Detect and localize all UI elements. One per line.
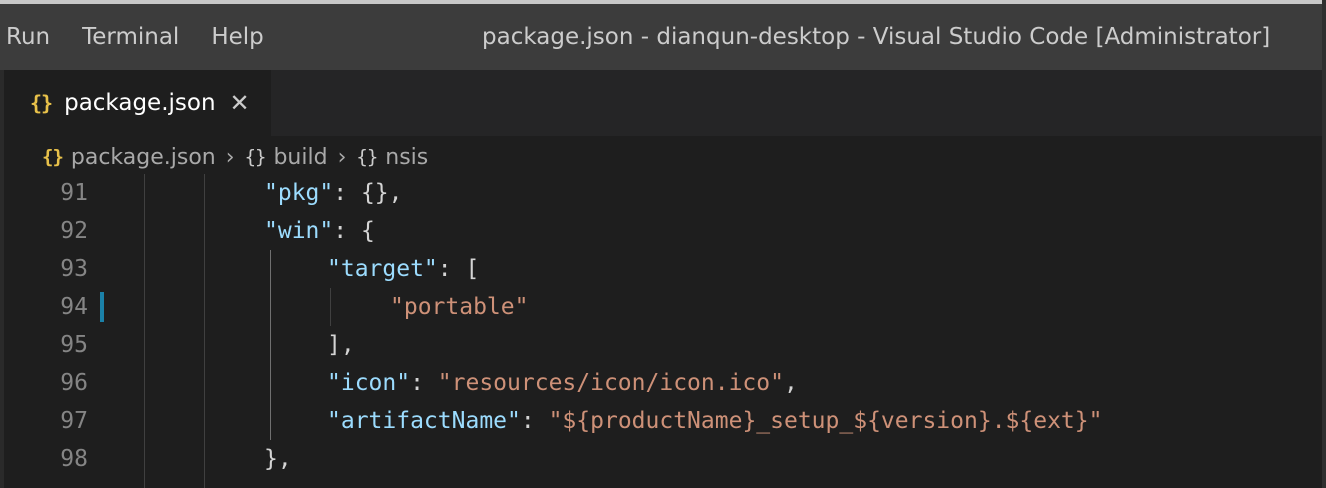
code-line[interactable]: 92 "win": { bbox=[4, 212, 1322, 250]
line-number: 96 bbox=[60, 370, 88, 396]
menu-bar: Run Terminal Help bbox=[0, 4, 280, 70]
json-punct: : bbox=[333, 180, 361, 206]
line-number: 94 bbox=[60, 294, 88, 320]
code-text: "win": { bbox=[264, 212, 375, 250]
title-bar: Run Terminal Help package.json - dianqun… bbox=[0, 4, 1322, 70]
json-key: "win" bbox=[264, 218, 334, 244]
json-punct: { bbox=[360, 218, 375, 244]
code-text: "target": [ bbox=[327, 250, 479, 288]
menu-run[interactable]: Run bbox=[0, 4, 66, 70]
json-string: "resources/icon/icon.ico" bbox=[437, 370, 784, 396]
line-number: 95 bbox=[60, 332, 88, 358]
line-number: 93 bbox=[60, 256, 88, 282]
json-file-icon: {} bbox=[30, 91, 53, 115]
code-text: ], bbox=[327, 326, 355, 364]
json-punct: : bbox=[333, 218, 361, 244]
json-key: "pkg" bbox=[264, 180, 334, 206]
window-title: package.json - dianqun-desktop - Visual … bbox=[482, 24, 1271, 50]
json-punct: {}, bbox=[360, 180, 403, 206]
editor-tab-bar: {} package.json ✕ bbox=[4, 70, 1322, 136]
line-number: 92 bbox=[60, 218, 88, 244]
breadcrumb: {} package.json › {} build › {} nsis bbox=[4, 136, 1322, 178]
menu-help[interactable]: Help bbox=[195, 4, 279, 70]
code-line[interactable]: 93 "target": [ bbox=[4, 250, 1322, 288]
json-punct: [ bbox=[465, 256, 480, 282]
json-string: "${productName}_setup_${version}.${ext}" bbox=[548, 408, 1103, 434]
json-key: "artifactName" bbox=[327, 408, 521, 434]
json-key: "icon" bbox=[327, 370, 411, 396]
code-line[interactable]: 94 "portable" bbox=[4, 288, 1322, 326]
code-line[interactable]: 98 }, bbox=[4, 440, 1322, 478]
line-number: 91 bbox=[60, 180, 88, 206]
line-number: 97 bbox=[60, 408, 88, 434]
json-file-icon: {} bbox=[42, 146, 64, 168]
line-number: 98 bbox=[60, 446, 88, 472]
object-icon: {} bbox=[356, 146, 378, 168]
menu-terminal[interactable]: Terminal bbox=[66, 4, 195, 70]
chevron-right-icon: › bbox=[337, 144, 347, 170]
window-frame-right bbox=[1322, 0, 1326, 488]
json-key: "target" bbox=[327, 256, 438, 282]
code-text: "pkg": {}, bbox=[264, 174, 403, 212]
code-text: "icon": "resources/icon/icon.ico", bbox=[327, 364, 798, 402]
object-icon: {} bbox=[244, 146, 267, 168]
json-punct: : bbox=[437, 256, 466, 282]
json-string: "portable" bbox=[390, 294, 529, 320]
modified-line-indicator bbox=[100, 292, 104, 322]
breadcrumb-item-build[interactable]: build bbox=[273, 145, 327, 170]
tab-package-json[interactable]: {} package.json ✕ bbox=[4, 70, 271, 136]
breadcrumb-item-package-json[interactable]: package.json bbox=[71, 145, 216, 170]
tab-label: package.json bbox=[64, 90, 216, 116]
code-text: }, bbox=[264, 440, 292, 478]
code-text: "portable" bbox=[390, 288, 528, 326]
code-line[interactable]: 91 "pkg": {}, bbox=[4, 174, 1322, 212]
json-punct: ], bbox=[327, 332, 355, 358]
close-icon[interactable]: ✕ bbox=[230, 89, 250, 117]
json-punct: : bbox=[410, 370, 438, 396]
breadcrumb-item-nsis[interactable]: nsis bbox=[385, 145, 428, 170]
code-text: "artifactName": "${productName}_setup_${… bbox=[327, 402, 1102, 440]
chevron-right-icon: › bbox=[225, 144, 235, 170]
code-editor[interactable]: 91 "pkg": {}, 92 "win": { 93 "target": [… bbox=[4, 174, 1322, 488]
code-line[interactable]: 96 "icon": "resources/icon/icon.ico", bbox=[4, 364, 1322, 402]
json-punct: : bbox=[520, 408, 549, 434]
json-punct: , bbox=[783, 370, 798, 396]
code-line[interactable]: 95 ], bbox=[4, 326, 1322, 364]
json-punct: }, bbox=[264, 446, 292, 472]
code-line[interactable]: 97 "artifactName": "${productName}_setup… bbox=[4, 402, 1322, 440]
